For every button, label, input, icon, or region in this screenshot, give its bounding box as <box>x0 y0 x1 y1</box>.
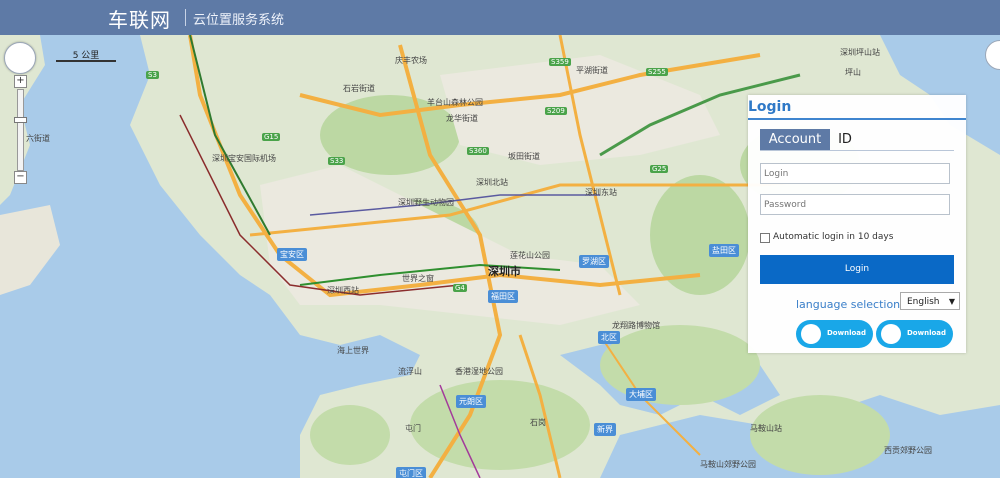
header-separator <box>185 9 186 26</box>
app-header: 车联网 云位置服务系统 <box>0 0 1000 35</box>
map-label: 坂田街道 <box>508 152 540 161</box>
title-underline <box>748 118 966 120</box>
map-label: 深圳北站 <box>476 178 508 187</box>
zoom-slider-thumb[interactable] <box>14 117 27 123</box>
login-panel: Login Account ID Automatic login in 10 d… <box>748 95 966 353</box>
zoom-out-button[interactable]: − <box>14 171 27 184</box>
auto-login-label: Automatic login in 10 days <box>773 232 894 242</box>
map-label: 坪山 <box>845 68 861 77</box>
download-label: Download <box>907 329 947 337</box>
tab-id[interactable]: ID <box>830 129 860 150</box>
tab-rule <box>760 150 954 151</box>
map-label: 深圳野生动物园 <box>398 198 454 207</box>
map-label: 六街道 <box>26 134 50 143</box>
district-badge: 屯门区 <box>396 467 426 478</box>
highway-shield: G25 <box>650 165 669 173</box>
map-label: 平湖街道 <box>576 66 608 75</box>
language-label: language selection <box>796 298 901 311</box>
map-label: 深圳宝安国际机场 <box>212 154 276 163</box>
district-badge: 盐田区 <box>709 244 739 257</box>
highway-shield: S33 <box>328 157 346 165</box>
brand-name: 车联网 <box>108 8 171 32</box>
map-label: 羊台山森林公园 <box>427 98 483 107</box>
map-label: 流浮山 <box>398 367 422 376</box>
brand-subtitle: 云位置服务系统 <box>193 13 285 28</box>
district-badge: 元朗区 <box>456 395 486 408</box>
district-badge: 新界 <box>594 423 616 436</box>
map-label: 深圳东站 <box>585 188 617 197</box>
map-label: 马鞍山郊野公园 <box>700 460 756 469</box>
highway-shield: G15 <box>262 133 281 141</box>
zoom-in-button[interactable]: + <box>14 75 27 88</box>
download-label: Download <box>827 329 867 337</box>
district-badge: 大埔区 <box>626 388 656 401</box>
pan-control[interactable] <box>4 42 36 74</box>
download-android-button[interactable]: Download <box>796 320 873 348</box>
login-title: Login <box>748 99 792 115</box>
highway-shield: S255 <box>646 68 668 76</box>
highway-shield: G4 <box>453 284 467 292</box>
map-label: 西贡郊野公园 <box>884 446 932 455</box>
map-label: 海上世界 <box>337 346 369 355</box>
highway-shield: S359 <box>549 58 571 66</box>
map-label: 香港湿地公园 <box>455 367 503 376</box>
android-icon <box>801 324 821 344</box>
district-badge: 北区 <box>598 331 620 344</box>
highway-shield: S360 <box>467 147 489 155</box>
map-label: 深圳坪山站 <box>840 48 880 57</box>
map-label: 石岩街道 <box>343 84 375 93</box>
map-label: 石岗 <box>530 418 546 427</box>
user-icon <box>881 324 901 344</box>
login-button[interactable]: Login <box>760 255 954 284</box>
dropdown-caret-icon: ▼ <box>948 297 955 306</box>
map-label: 马鞍山站 <box>750 424 782 433</box>
tab-account[interactable]: Account <box>760 129 830 150</box>
login-field[interactable] <box>760 163 950 184</box>
map-label: 龙翔路博物馆 <box>612 321 660 330</box>
map-label: 世界之窗 <box>402 274 434 283</box>
language-select[interactable]: English ▼ <box>900 292 960 310</box>
highway-shield: S3 <box>146 71 159 79</box>
zoom-slider-track[interactable] <box>17 89 24 171</box>
language-value: English <box>907 297 940 307</box>
auto-login-checkbox[interactable] <box>760 233 770 243</box>
highway-shield: S209 <box>545 107 567 115</box>
map-label: 庆丰农场 <box>395 56 427 65</box>
password-field[interactable] <box>760 194 950 215</box>
map-label: 莲花山公园 <box>510 251 550 260</box>
download-ios-button[interactable]: Download <box>876 320 953 348</box>
city-label: 深圳市 <box>488 265 521 278</box>
district-badge: 罗湖区 <box>579 255 609 268</box>
map-scale: 5 公里 <box>56 48 116 62</box>
district-badge: 福田区 <box>488 290 518 303</box>
map-label: 深圳西站 <box>327 286 359 295</box>
map-label: 屯门 <box>405 424 421 433</box>
district-badge: 宝安区 <box>277 248 307 261</box>
map-label: 龙华街道 <box>446 114 478 123</box>
